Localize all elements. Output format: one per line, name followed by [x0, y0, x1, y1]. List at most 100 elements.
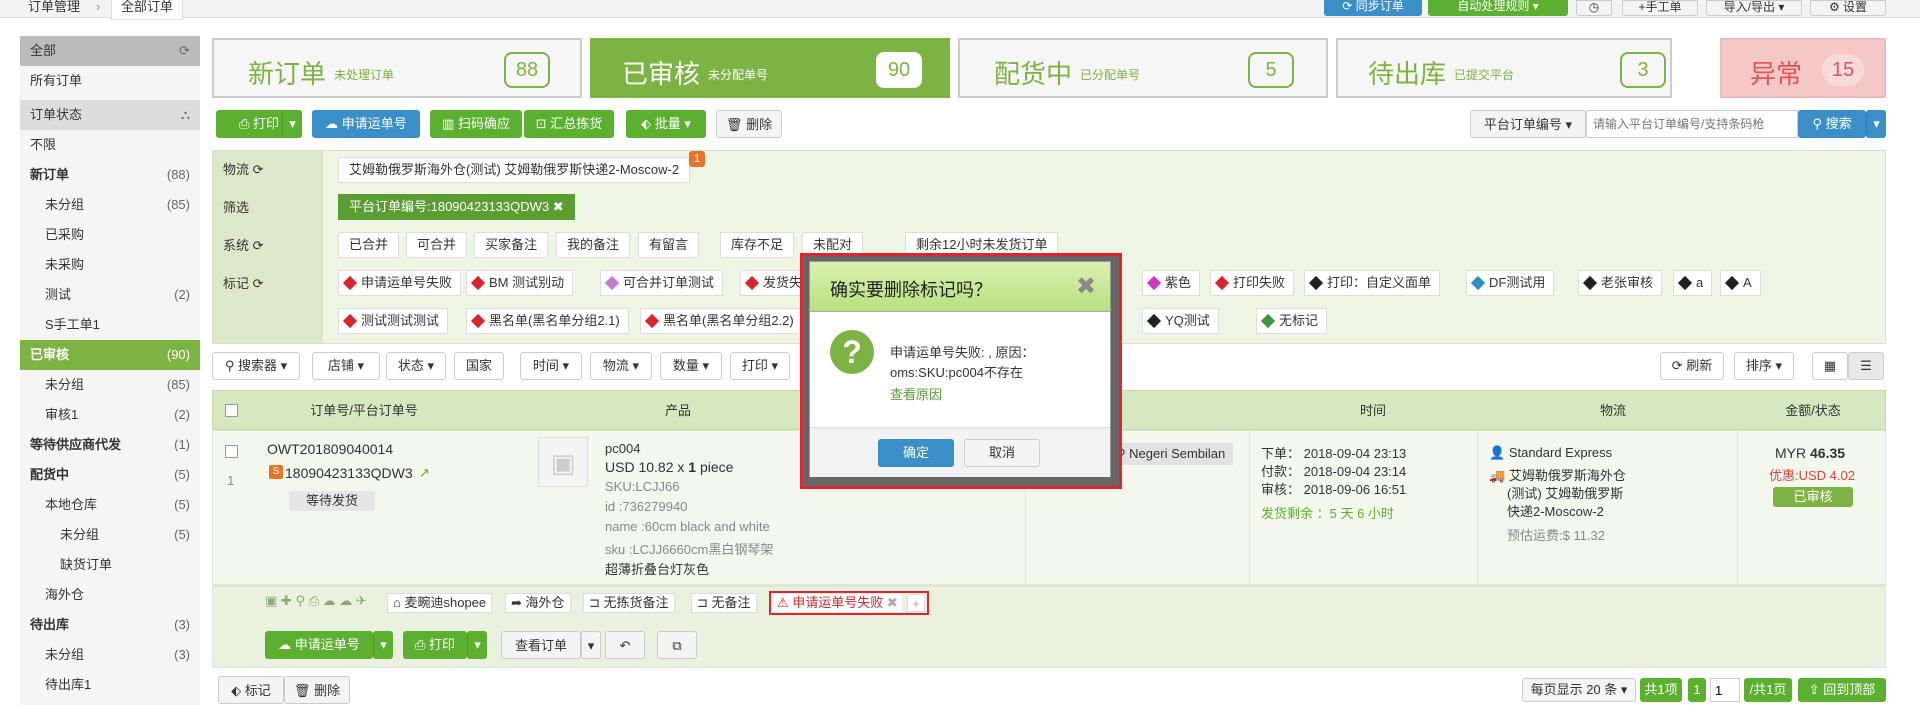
product-sku-name[interactable]: pc004 [605, 441, 640, 456]
status-dropdown[interactable]: 状态 ▾ [386, 352, 446, 380]
cloud-icon[interactable]: ☁ [323, 593, 336, 608]
page-input[interactable] [1710, 678, 1740, 702]
current-page-button[interactable]: 1 [1688, 678, 1706, 702]
system-chip-merged[interactable]: 已合并 [338, 232, 400, 258]
list-view-icon[interactable]: ☰ [1848, 352, 1884, 380]
search-type-select[interactable]: 平台订单编号 ▾ [1470, 110, 1586, 138]
per-page-select[interactable]: 每页显示 20 条 ▾ [1522, 678, 1636, 702]
print-icon[interactable]: ⎙ [309, 593, 319, 608]
quantity-dropdown[interactable]: 数量 ▾ [660, 352, 722, 380]
tag-chip[interactable]: 黑名单(黑名单分组2.1) [466, 308, 629, 334]
tag-chip[interactable]: 紫色 [1142, 270, 1201, 296]
tag-chip[interactable]: 无标记 [1256, 308, 1328, 334]
tag-chip[interactable]: 黑名单(黑名单分组2.2) [640, 308, 803, 334]
searcher-dropdown[interactable]: ⚲ 搜索器 ▾ [212, 352, 300, 380]
back-to-top-button[interactable]: ⇪ 回到顶部 [1798, 678, 1886, 702]
cancel-button[interactable]: 取消 [964, 439, 1040, 467]
row-apply-dropdown[interactable]: ▾ [373, 631, 393, 659]
gift-icon[interactable]: ✚ [281, 593, 292, 608]
external-link-icon[interactable]: ↗ [419, 465, 430, 481]
sidebar-item-unlimited[interactable]: 不限 [20, 130, 200, 160]
tag-chip[interactable]: 可合并订单测试 [600, 270, 724, 296]
close-icon[interactable]: ✖ [553, 199, 564, 214]
delete-button[interactable]: 🗑 删除 [716, 110, 782, 138]
row-print-dropdown[interactable]: ▾ [467, 631, 487, 659]
tab-pending-out[interactable]: 待出库 已提交平台 3 [1336, 38, 1672, 98]
refresh-icon[interactable]: ⟳ [253, 276, 264, 291]
system-chip-my-note[interactable]: 我的备注 [556, 232, 631, 258]
system-chip-stock-short[interactable]: 库存不足 [720, 232, 795, 258]
sidebar-item-picking[interactable]: 配货中 (5) [20, 460, 200, 490]
print-status-dropdown[interactable]: 打印 ▾ [730, 352, 790, 380]
tag-chip[interactable]: 老张审核 [1578, 270, 1663, 296]
breadcrumb-root[interactable]: 订单管理 [28, 0, 80, 18]
shop-dropdown[interactable]: 店铺 ▾ [312, 352, 380, 380]
plane-icon[interactable]: ✈ [356, 593, 367, 608]
sidebar-item-out-of-stock[interactable]: 缺货订单 [20, 550, 200, 580]
tag-chip[interactable]: DF测试用 [1466, 270, 1555, 296]
refresh-icon[interactable]: ⟳ [253, 238, 264, 253]
tag-chip[interactable]: BM 测试别动 [466, 270, 574, 296]
sidebar-item-not-purchased[interactable]: 未采购 [20, 250, 200, 280]
manual-order-button[interactable]: +手工单 [1622, 0, 1698, 16]
sidebar-item-overseas[interactable]: 海外仓 [20, 580, 200, 610]
close-icon[interactable]: ✖ [1076, 272, 1096, 301]
tag-chip[interactable]: 打印：自定义面单 [1304, 270, 1441, 296]
view-reason-link[interactable]: 查看原因 [890, 384, 942, 403]
confirm-button[interactable]: 确定 [878, 439, 954, 467]
sidebar-item-reviewed[interactable]: 已审核 (90) [20, 340, 200, 370]
shop-tag[interactable]: ⌂ 麦畹迪shopee [387, 593, 493, 613]
undo-icon[interactable]: ↶ [605, 631, 645, 659]
apply-tracking-button[interactable]: ☁ 申请运单号 [312, 110, 420, 138]
tag-chip[interactable]: 打印失败 [1210, 270, 1295, 296]
refresh-icon[interactable]: ⟳ [179, 36, 190, 66]
fail-tag[interactable]: ⚠ 申请运单号失败 ✖ [773, 594, 902, 612]
product-image-placeholder[interactable]: ▣ [538, 437, 588, 487]
sidebar-item-ungrouped-2[interactable]: 未分组 (85) [20, 370, 200, 400]
time-dropdown[interactable]: 时间 ▾ [520, 352, 582, 380]
order-number[interactable]: OWT201809040014 [267, 441, 393, 457]
tag-chip[interactable]: 测试测试测试 [338, 308, 449, 334]
batch-button[interactable]: ⬖ 批量 ▾ [626, 110, 706, 138]
tag-chip[interactable]: a [1673, 270, 1713, 296]
sidebar-item-ungrouped-4[interactable]: 未分组 (3) [20, 640, 200, 670]
search-input[interactable] [1586, 110, 1798, 138]
tag-chip[interactable]: A [1720, 270, 1761, 296]
import-export-button[interactable]: 导入/导出 ▾ [1706, 0, 1802, 16]
sidebar-all-header[interactable]: 全部 ⟳ [20, 36, 200, 66]
view-order-dropdown[interactable]: ▾ [581, 631, 601, 659]
tab-exceptions[interactable]: 异常 15 [1720, 38, 1886, 98]
sidebar-item-ungrouped-3[interactable]: 未分组 (5) [20, 520, 200, 550]
select-all-checkbox[interactable] [225, 404, 238, 417]
tag-chip[interactable]: 申请运单号失败 [338, 270, 462, 296]
sidebar-item-manual[interactable]: S手工单1 [20, 310, 200, 340]
system-chip-message[interactable]: 有留言 [638, 232, 700, 258]
cloud-upload-icon[interactable]: ☁ [339, 593, 352, 608]
row-apply-tracking-button[interactable]: ☁ 申请运单号 [265, 631, 373, 659]
system-chip-mergeable[interactable]: 可合并 [406, 232, 468, 258]
print-dropdown-toggle[interactable]: ▾ [282, 110, 302, 138]
row-print-button[interactable]: ⎙ 打印 [403, 631, 467, 659]
note-tag[interactable]: ⊐ 无备注 [691, 593, 757, 613]
refresh-button[interactable]: ⟳ 刷新 [1660, 352, 1724, 380]
system-chip-buyer-note[interactable]: 买家备注 [474, 232, 549, 258]
sidebar-item-all-orders[interactable]: 所有订单 [20, 66, 200, 96]
copy-icon[interactable]: ⧉ [657, 631, 697, 659]
money-icon[interactable]: ▣ [265, 593, 277, 608]
platform-order-filter-chip[interactable]: 平台订单编号:18090423133QDW3 ✖ [338, 194, 575, 220]
settings-button[interactable]: ⚙ 设置 [1810, 0, 1886, 16]
search-button[interactable]: ⚲ 搜索 [1798, 110, 1866, 138]
sidebar-item-ungrouped[interactable]: 未分组 (85) [20, 190, 200, 220]
view-order-button[interactable]: 查看订单 [501, 631, 581, 659]
row-checkbox[interactable] [225, 445, 238, 458]
bottom-delete-button[interactable]: 🗑 删除 [284, 676, 350, 704]
search-dropdown-toggle[interactable]: ▾ [1866, 110, 1886, 138]
grid-view-icon[interactable]: ▦ [1812, 352, 1848, 380]
sidebar-item-pending-out-1[interactable]: 待出库1 [20, 670, 200, 700]
logistics-chip[interactable]: 艾姆勒俄罗斯海外仓(测试) 艾姆勒俄罗斯快递2-Moscow-2 [338, 157, 691, 183]
overseas-tag[interactable]: ➦ 海外仓 [505, 593, 571, 613]
scan-button[interactable]: ▥ 扫码确应 [430, 110, 522, 138]
sidebar-item-local-warehouse[interactable]: 本地仓库 (5) [20, 490, 200, 520]
sidebar-item-supplier[interactable]: 等待供应商代发 (1) [20, 430, 200, 460]
map-marker-icon[interactable]: ⚲ [295, 593, 305, 608]
